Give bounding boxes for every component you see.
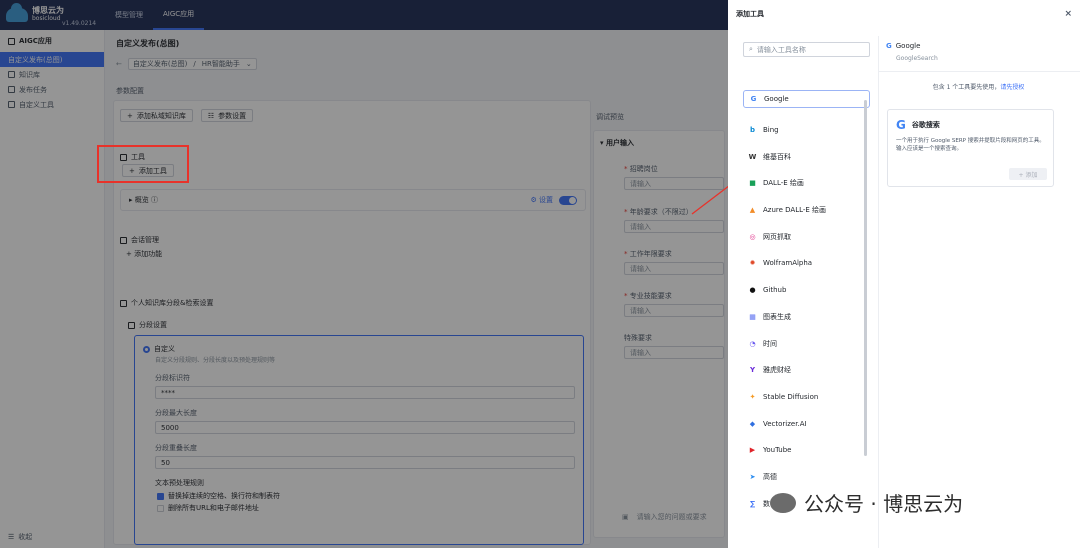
tool-item[interactable]: ◆ Vectorizer.AI — [743, 410, 870, 437]
google-icon: G — [896, 118, 906, 132]
close-icon[interactable]: × — [1064, 9, 1072, 19]
tool-icon: ■ — [749, 179, 756, 188]
detail-name: Google — [895, 42, 921, 50]
tool-label: 时间 — [763, 339, 777, 348]
tool-icon: ● — [749, 286, 756, 295]
tool-item[interactable]: ■ DALL-E 绘画 — [743, 170, 870, 197]
tool-label: DALL-E 绘画 — [763, 179, 804, 188]
tool-item[interactable]: G Google — [743, 90, 870, 108]
tool-icon: G — [750, 95, 757, 103]
tool-item[interactable]: ● Github — [743, 277, 870, 304]
watermark: 公众号 · 博思云为 — [770, 488, 963, 517]
tool-icon: ▦ — [749, 312, 756, 321]
authorize-link[interactable]: 请先授权 — [1000, 84, 1024, 91]
tool-item[interactable]: ✹ WolframAlpha — [743, 250, 870, 277]
tool-list: G Google b Bing W 维基百科 ■ DALL-E 绘画 ▲ Azure DALL-E… — [743, 90, 870, 517]
tool-icon: ◆ — [749, 419, 756, 428]
tool-label: 图表生成 — [763, 312, 791, 321]
tool-item[interactable]: ◔ 时间 — [743, 330, 870, 357]
auth-note: 包含 1 个工具要先使用，请先授权 — [932, 84, 1025, 91]
tool-label: Bing — [763, 126, 779, 135]
tool-label: 高德 — [763, 472, 777, 481]
tool-item[interactable]: W 维基百科 — [743, 143, 870, 170]
tool-item[interactable]: Y 雅虎财经 — [743, 357, 870, 384]
tool-icon: ◔ — [749, 339, 756, 348]
tool-item[interactable]: ▲ Azure DALL-E 绘画 — [743, 197, 870, 224]
tool-label: Stable Diffusion — [763, 392, 819, 401]
tool-list-scrollbar[interactable] — [864, 100, 867, 456]
tool-item[interactable]: ➤ 高德 — [743, 464, 870, 491]
tool-item[interactable]: b Bing — [743, 117, 870, 144]
tool-icon: b — [749, 126, 755, 135]
tool-label: Vectorizer.AI — [763, 419, 807, 428]
add-tool-drawer: 添加工具 × ⌕ 请输入工具名称 G Google b Bing W 维基百科 ■ DALL-… — [728, 0, 1080, 548]
detail-divider — [879, 71, 1080, 72]
tool-icon: ◎ — [749, 232, 756, 241]
wechat-icon — [770, 492, 796, 513]
tool-label: YouTube — [763, 446, 792, 455]
tool-label: 维基百科 — [763, 152, 791, 161]
detail-sub: GoogleSearch — [896, 55, 938, 62]
tool-item[interactable]: ◎ 网页抓取 — [743, 223, 870, 250]
tool-icon: ▲ — [749, 206, 756, 215]
tool-icon: ✹ — [749, 259, 756, 268]
tool-label: Google — [764, 95, 789, 103]
tool-label: 雅虎财经 — [763, 366, 791, 375]
tool-label: Github — [763, 286, 787, 295]
drawer-divider — [878, 36, 879, 548]
func-description: 一个用于执行 Google SERP 搜索并提取片段和网页的工具。输入应该是一个… — [896, 138, 1045, 152]
tool-icon: ∑ — [749, 499, 756, 508]
google-search-card: G 谷歌搜索 一个用于执行 Google SERP 搜索并提取片段和网页的工具。… — [887, 109, 1054, 187]
tool-icon: W — [748, 152, 757, 161]
google-icon: G — [886, 42, 892, 50]
tool-icon: ▶ — [749, 446, 756, 455]
tool-search-input[interactable]: ⌕ 请输入工具名称 — [743, 42, 870, 57]
tool-label: Azure DALL-E 绘画 — [763, 206, 827, 215]
drawer-title: 添加工具 — [736, 10, 764, 18]
add-tool-confirm-button[interactable]: + 添加 — [1009, 168, 1047, 180]
search-icon: ⌕ — [749, 45, 753, 53]
tool-icon: ✦ — [749, 392, 756, 401]
tool-item[interactable]: ✦ Stable Diffusion — [743, 384, 870, 411]
tool-item[interactable]: ▶ YouTube — [743, 437, 870, 464]
tool-label: WolframAlpha — [763, 259, 813, 268]
func-name: 谷歌搜索 — [911, 121, 940, 129]
tool-detail-header: G Google GoogleSearch — [886, 42, 938, 62]
tool-label: 网页抓取 — [763, 232, 791, 241]
tool-item[interactable]: ▦ 图表生成 — [743, 304, 870, 331]
tool-icon: ➤ — [749, 472, 756, 481]
tool-icon: Y — [749, 366, 756, 375]
